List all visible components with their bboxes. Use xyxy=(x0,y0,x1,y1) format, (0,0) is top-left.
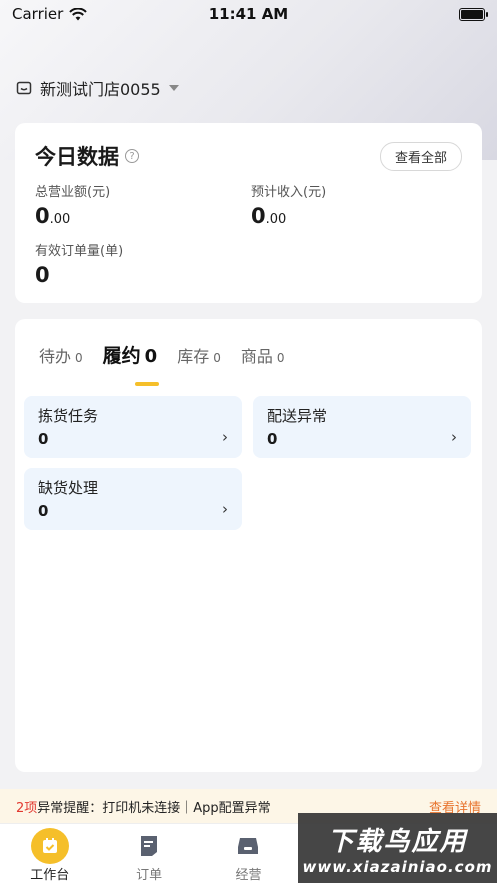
caret-down-icon xyxy=(168,85,179,91)
carrier-label: Carrier xyxy=(12,5,64,23)
today-data-card: 今日数据 ? 查看全部 总营业额(元) 0.00 预计收入(元) 0.00 有效… xyxy=(15,123,482,303)
watermark-logo: 下载鸟应用 www.xiazainiao.com xyxy=(298,813,497,883)
battery-icon xyxy=(459,7,488,21)
watermark-main: 下载鸟应用 xyxy=(327,826,468,857)
task-delivery-exception[interactable]: 配送异常 0 › xyxy=(253,396,471,458)
valid-orders-value: 0 xyxy=(35,263,50,287)
store-selector[interactable]: 新测试门店0055 xyxy=(16,76,179,100)
alert-text: 异常提醒：打印机未连接｜App配置异常 xyxy=(37,800,271,816)
active-tab-indicator xyxy=(135,382,159,386)
chevron-right-icon: › xyxy=(222,428,228,446)
total-revenue-metric: 总营业额(元) 0.00 xyxy=(35,181,110,228)
tabbar-label: 经营 xyxy=(235,868,262,883)
tabbar-workbench[interactable]: 工作台 xyxy=(0,824,99,883)
today-title: 今日数据 xyxy=(35,145,119,169)
tray-icon xyxy=(230,828,266,864)
valid-orders-label: 有效订单量(单) xyxy=(35,244,124,259)
store-icon xyxy=(16,81,32,95)
task-count: 0 xyxy=(267,430,278,448)
tab-products[interactable]: 商品 0 xyxy=(241,343,285,367)
tab-fulfillment[interactable]: 履约 0 xyxy=(103,341,158,368)
chevron-right-icon: › xyxy=(222,500,228,518)
task-title: 配送异常 xyxy=(267,407,328,425)
tabbar-orders[interactable]: 订单 xyxy=(99,824,198,883)
task-count: 0 xyxy=(38,430,49,448)
expected-income-metric: 预计收入(元) 0.00 xyxy=(251,181,326,228)
total-revenue-label: 总营业额(元) xyxy=(35,185,111,200)
task-count: 0 xyxy=(38,502,49,520)
help-icon[interactable]: ? xyxy=(125,149,139,163)
watermark-sub: www.xiazainiao.com xyxy=(302,857,493,876)
valid-orders-metric: 有效订单量(单) 0 xyxy=(35,240,123,287)
status-bar: Carrier 11:41 AM xyxy=(0,0,497,28)
tab-inventory[interactable]: 库存 0 xyxy=(177,343,221,367)
category-tabs: 待办 0 履约 0 库存 0 商品 0 xyxy=(39,341,285,368)
order-doc-icon xyxy=(131,828,167,864)
task-title: 缺货处理 xyxy=(38,479,99,497)
store-name: 新测试门店0055 xyxy=(40,80,161,99)
tabbar-business[interactable]: 经营 xyxy=(199,824,298,883)
chevron-right-icon: › xyxy=(451,428,457,446)
task-title: 拣货任务 xyxy=(38,407,99,425)
task-picking[interactable]: 拣货任务 0 › xyxy=(24,396,242,458)
tabbar-label: 工作台 xyxy=(30,868,70,883)
alert-count: 2项 xyxy=(16,800,38,816)
tabbar-label: 订单 xyxy=(136,868,163,883)
total-revenue-value: 0.00 xyxy=(35,204,71,228)
view-all-button[interactable]: 查看全部 xyxy=(379,141,462,171)
calendar-check-icon xyxy=(30,828,69,864)
expected-income-label: 预计收入(元) xyxy=(251,185,327,200)
tab-todo[interactable]: 待办 0 xyxy=(39,343,83,367)
task-card: 待办 0 履约 0 库存 0 商品 0 拣货任务 0 › 配送异常 0 › 缺货处理 0… xyxy=(15,319,482,772)
alert-message: 2项异常提醒：打印机未连接｜App配置异常 xyxy=(16,797,271,816)
task-stockout[interactable]: 缺货处理 0 › xyxy=(24,468,242,530)
expected-income-value: 0.00 xyxy=(251,204,287,228)
wifi-icon xyxy=(69,7,88,20)
status-left: Carrier xyxy=(12,5,88,23)
